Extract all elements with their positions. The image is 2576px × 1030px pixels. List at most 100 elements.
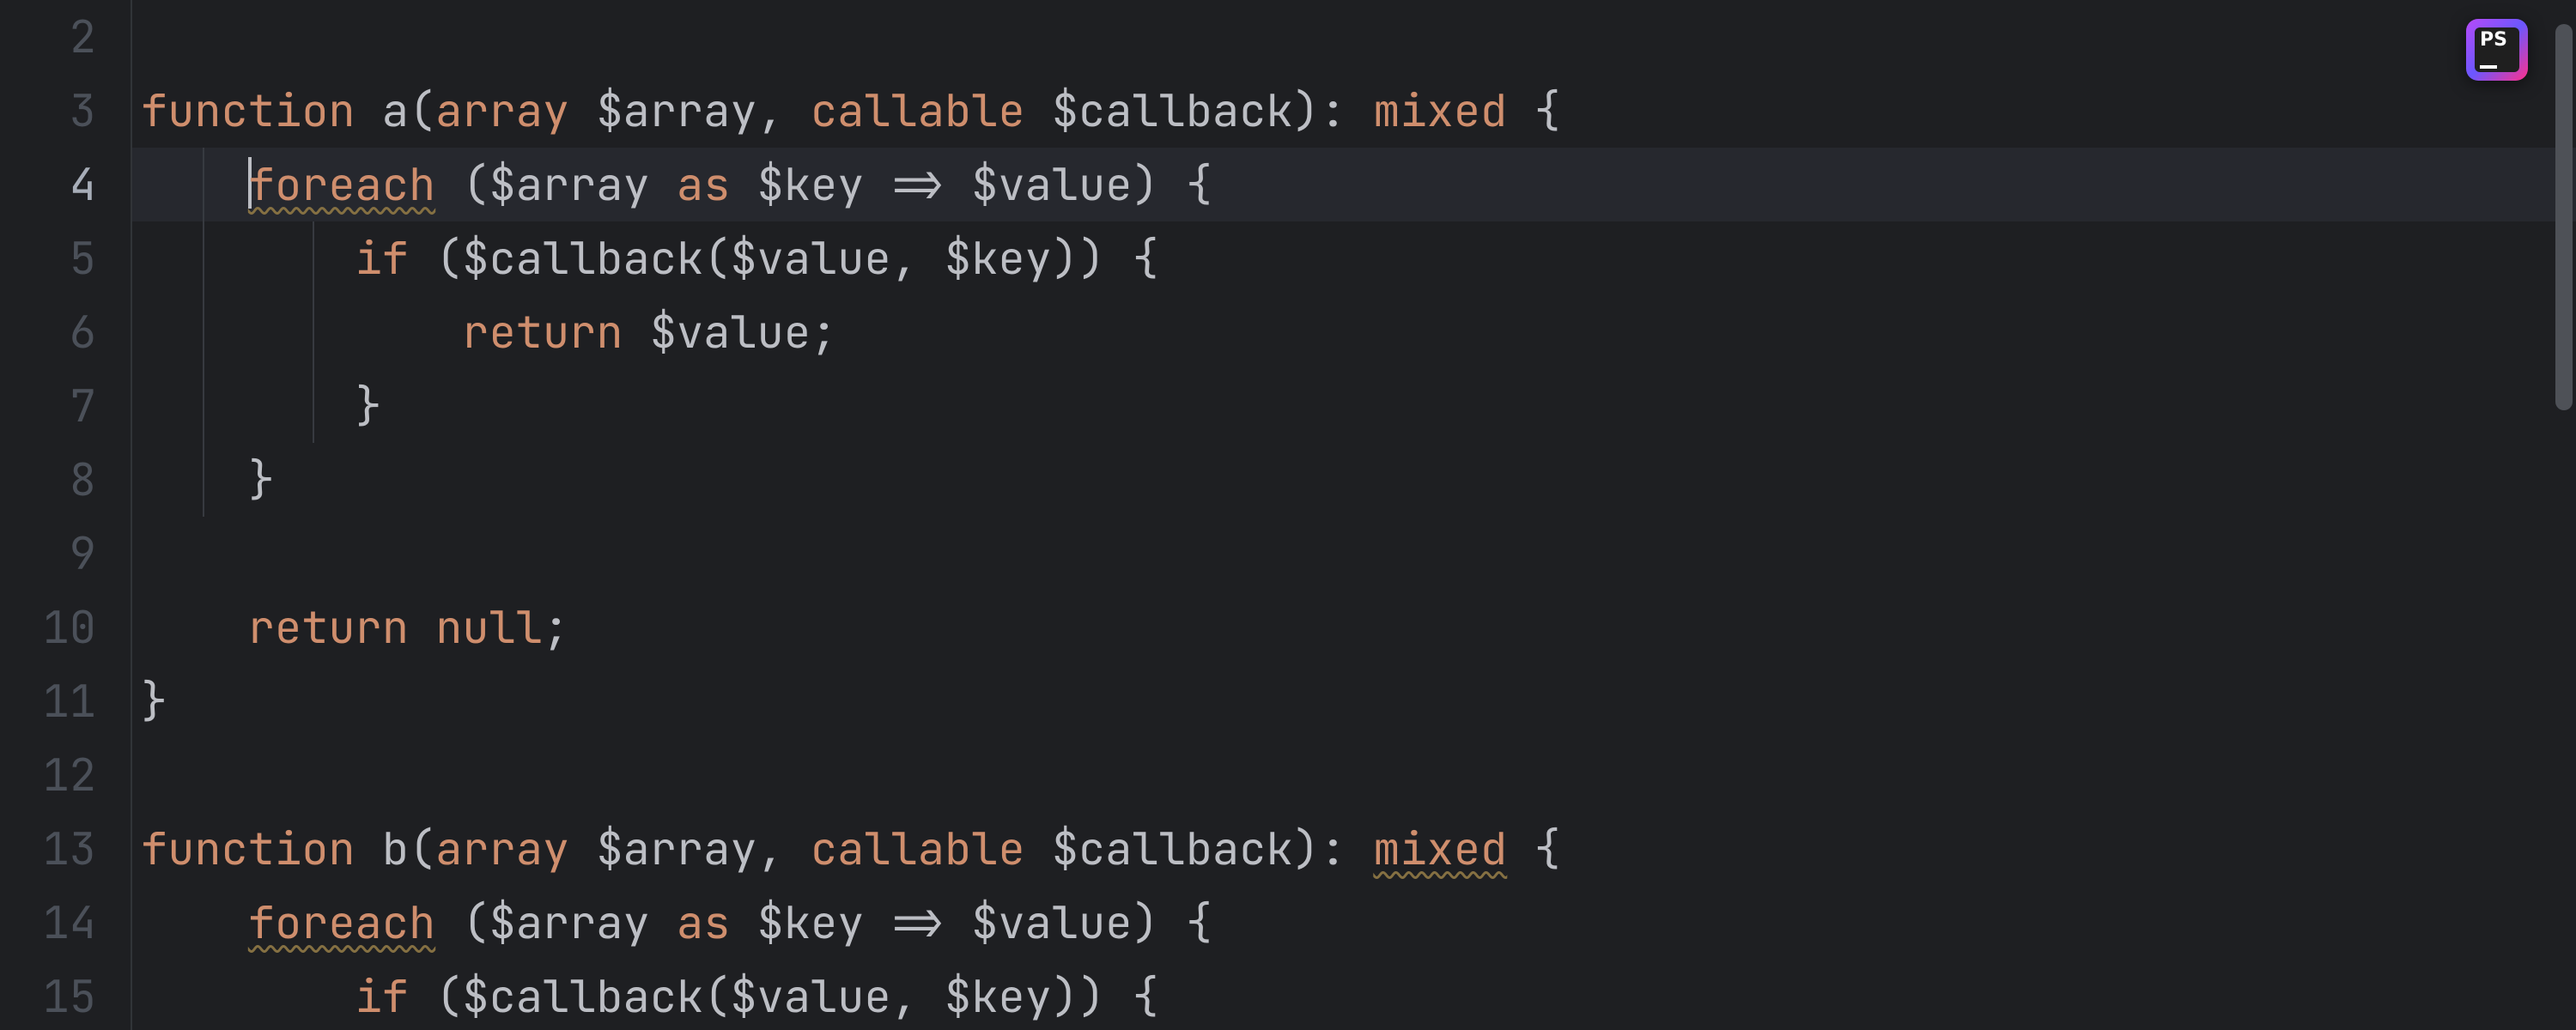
code-token: ( [435,228,462,288]
code-token: $callback [462,966,703,1026]
code-token: b [382,819,409,878]
code-line[interactable] [132,738,2576,812]
keyword-token: callable [811,819,1025,878]
code-token: ; [811,302,837,361]
keyword-token: function [141,819,355,878]
keyword-token: return [248,597,409,657]
code-token: { [1132,228,1158,288]
code-line[interactable]: if ($callback($value, $key)) { [132,221,2576,295]
code-token: $callback [1052,819,1293,878]
code-token: $array [489,154,650,214]
keyword-token: function [141,81,355,140]
code-token: ( [409,819,435,878]
code-token: : [1320,819,1346,878]
indent-guide [313,369,314,443]
code-token: $key [945,966,1052,1026]
line-number: 13 [0,812,96,886]
code-token: )) [1052,228,1105,288]
code-token: ( [462,154,489,214]
code-line[interactable]: function b(array $array, callable $callb… [132,812,2576,886]
line-number: 3 [0,74,96,148]
line-number: 5 [0,221,96,295]
code-token: } [141,671,167,730]
indent-guide [203,369,204,443]
keyword-token: if [355,966,409,1026]
code-token: $key [945,228,1052,288]
code-token: ) [1132,893,1158,952]
keyword-token: if [355,228,409,288]
code-token: $callback [1052,81,1293,140]
code-token: , [891,228,918,288]
line-number: 9 [0,517,96,591]
code-token: )) [1052,966,1105,1026]
line-number-gutter: 23456789101112131415 [0,0,132,1030]
code-token: $value [730,228,890,288]
line-number: 7 [0,369,96,443]
line-number: 14 [0,886,96,960]
scrollbar-thumb[interactable] [2555,24,2573,410]
code-line[interactable]: return $value; [132,295,2576,369]
keyword-token: mixed [1373,81,1507,140]
code-token: ) [1132,154,1158,214]
code-token: , [757,819,784,878]
code-token: ) [1293,81,1320,140]
code-token: , [891,966,918,1026]
code-token: ( [435,966,462,1026]
code-token: $value [730,966,890,1026]
vertical-scrollbar[interactable] [2552,0,2576,1030]
code-line[interactable]: foreach ($array as $key => $value) { [132,886,2576,960]
code-token: $array [596,81,756,140]
indent-guide [203,148,204,221]
code-token: ( [703,966,730,1026]
code-line[interactable] [132,517,2576,591]
indent-guide [313,221,314,295]
code-token: , [757,81,784,140]
code-line[interactable]: } [132,369,2576,443]
keyword-token: foreach [248,893,435,952]
keyword-token: callable [811,81,1025,140]
code-token: ; [543,597,569,657]
code-token: } [248,450,275,509]
code-token: } [355,376,382,435]
line-number: 8 [0,443,96,517]
code-token: $key [757,154,865,214]
code-token: ( [703,228,730,288]
keyword-token: array [435,819,569,878]
code-line[interactable] [132,0,2576,74]
code-token: ( [462,893,489,952]
line-number: 11 [0,664,96,738]
indent-guide [203,221,204,295]
keyword-token: return [462,302,623,361]
keyword-token: mixed [1373,819,1507,878]
code-line[interactable]: foreach ($array as $key => $value) { [132,148,2576,221]
code-line[interactable]: return null; [132,591,2576,664]
code-editor[interactable]: 23456789101112131415 function a(array $a… [0,0,2576,1030]
code-token: => [891,893,945,952]
keyword-token: as [677,893,730,952]
indent-guide [203,443,204,517]
code-token: { [1534,81,1561,140]
code-token: : [1320,81,1346,140]
indent-guide [203,295,204,369]
code-token: ( [409,81,435,140]
keyword-token: null [435,597,543,657]
code-line[interactable]: } [132,443,2576,517]
code-token: ) [1293,819,1320,878]
code-token: a [382,81,409,140]
line-number: 4 [0,148,96,221]
code-token: $callback [462,228,703,288]
code-token: $value [650,302,811,361]
line-number: 6 [0,295,96,369]
code-token: { [1186,893,1212,952]
ide-badge-icon: PS [2466,19,2528,81]
code-token: $array [489,893,650,952]
ide-badge-text: PS [2480,31,2514,50]
keyword-token: foreach [248,154,435,214]
indent-guide [313,295,314,369]
code-line[interactable]: } [132,664,2576,738]
code-token: { [1186,154,1212,214]
code-token: { [1534,819,1561,878]
code-line[interactable]: function a(array $array, callable $callb… [132,74,2576,148]
code-area[interactable]: function a(array $array, callable $callb… [132,0,2576,1030]
code-line[interactable]: if ($callback($value, $key)) { [132,960,2576,1030]
